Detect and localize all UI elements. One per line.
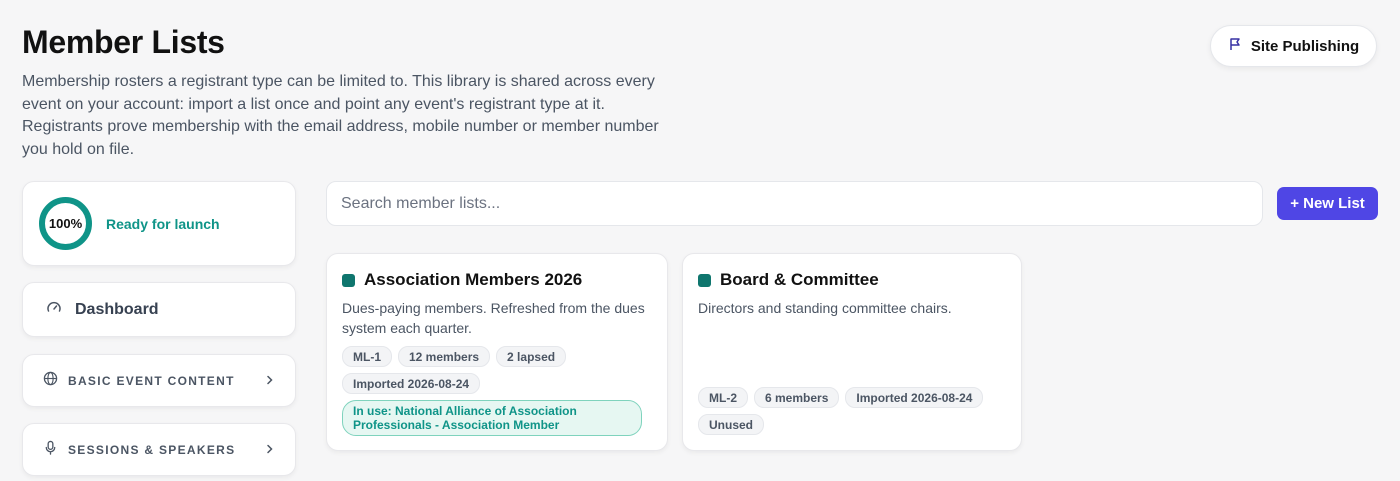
progress-value: 100% (39, 197, 92, 250)
in-use-badge: In use: National Alliance of Association… (342, 400, 642, 436)
imported-date-chip: Imported 2026-08-24 (342, 373, 481, 394)
member-list-card[interactable]: Board & Committee Directors and standing… (682, 253, 1022, 451)
member-count-chip: 12 members (398, 346, 491, 367)
site-publishing-label: Site Publishing (1250, 37, 1360, 55)
launch-status: Ready for launch (106, 215, 220, 232)
gauge-icon (45, 298, 63, 321)
list-description: Dues-paying members. Refreshed from the … (342, 300, 645, 336)
search-input[interactable] (326, 181, 1263, 226)
sidebar-item-label: Dashboard (75, 300, 159, 318)
progress-ring: 100% (39, 197, 92, 250)
list-name: Association Members 2026 (364, 270, 583, 289)
chevron-right-icon (265, 372, 275, 390)
page-description: Membership rosters a registrant type can… (22, 73, 659, 158)
flag-icon (1228, 37, 1242, 55)
new-list-button[interactable]: + New List (1277, 187, 1378, 220)
microphone-icon (43, 440, 58, 460)
page-title: Member Lists (22, 24, 225, 60)
list-color-dot (698, 273, 711, 287)
launch-readiness-card: 100% Ready for launch (22, 181, 296, 266)
lapsed-count-chip: 2 lapsed (496, 346, 567, 367)
globe-icon (43, 371, 58, 391)
member-count-chip: 6 members (754, 387, 840, 408)
list-id-chip: ML-2 (698, 387, 748, 408)
list-color-dot (342, 273, 355, 287)
member-list-card[interactable]: Association Members 2026 Dues-paying mem… (326, 253, 668, 451)
sidebar-item-basic-event-content[interactable]: BASIC EVENT CONTENT (22, 354, 296, 407)
site-publishing-button[interactable]: Site Publishing (1210, 25, 1377, 67)
sidebar-item-sessions-speakers[interactable]: SESSIONS & SPEAKERS (22, 423, 296, 476)
sidebar-item-label: BASIC EVENT CONTENT (68, 373, 235, 388)
list-id-chip: ML-1 (342, 346, 392, 367)
usage-status-chip: Unused (698, 414, 765, 435)
imported-date-chip: Imported 2026-08-24 (845, 387, 984, 408)
list-description: Directors and standing committee chairs. (698, 300, 952, 316)
sidebar-item-dashboard[interactable]: Dashboard (22, 282, 296, 337)
sidebar-item-label: SESSIONS & SPEAKERS (68, 442, 236, 457)
list-name: Board & Committee (720, 270, 879, 289)
chevron-right-icon (265, 441, 275, 459)
